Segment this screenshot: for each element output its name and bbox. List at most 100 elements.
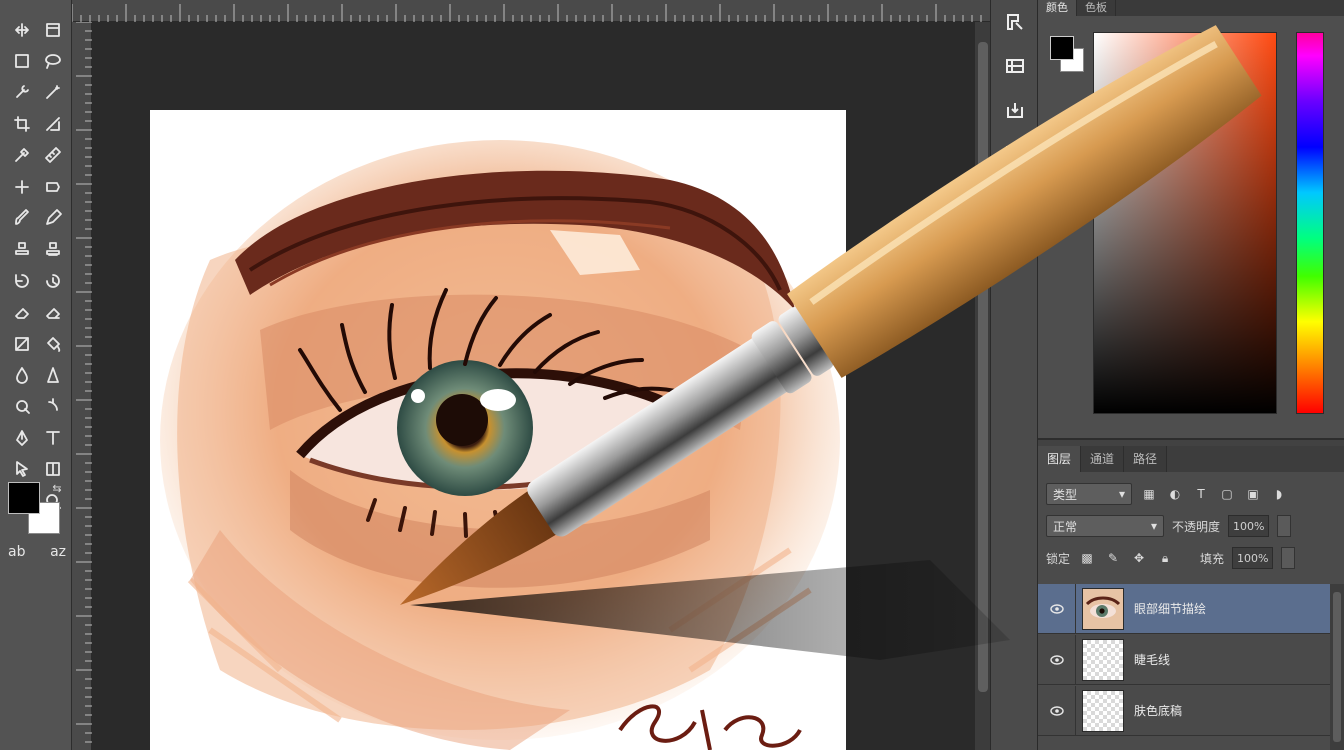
tab-layers[interactable]: 图层: [1038, 446, 1082, 472]
filter-shape-icon[interactable]: ▢: [1218, 485, 1236, 503]
filter-smart-object-icon[interactable]: ▣: [1244, 485, 1262, 503]
color-picker-field[interactable]: [1093, 32, 1277, 414]
eyedropper-tool[interactable]: [6, 140, 37, 171]
quick-select-tool[interactable]: [6, 77, 37, 108]
ruler-tool[interactable]: [37, 140, 68, 171]
background-eraser-tool[interactable]: [37, 297, 68, 328]
layer-row[interactable]: 眼部细节描绘: [1038, 583, 1330, 634]
dodge-tool[interactable]: [6, 391, 37, 422]
clone-source-icon[interactable]: [991, 88, 1039, 132]
visibility-eye-icon[interactable]: [1038, 583, 1076, 634]
ruler-icon: [44, 147, 61, 164]
filter-adjustment-icon[interactable]: ◐: [1166, 485, 1184, 503]
tab-paths[interactable]: 路径: [1124, 446, 1168, 472]
filter-pixel-icon[interactable]: ▦: [1140, 485, 1158, 503]
color-panel: 颜色 色板: [1038, 0, 1344, 440]
patch-tool[interactable]: [37, 171, 68, 202]
pen-tool[interactable]: [6, 422, 37, 453]
panel-dock-toolbar: [990, 0, 1038, 750]
lock-transparent-icon[interactable]: ▩: [1078, 549, 1096, 567]
screen-mode-icon[interactable]: az: [50, 544, 66, 560]
horizontal-ruler[interactable]: [72, 0, 990, 22]
foreground-color-swatch[interactable]: [8, 482, 40, 514]
gradient-icon: [14, 336, 29, 351]
lock-all-icon[interactable]: 🔒︎: [1156, 549, 1174, 567]
tab-color[interactable]: 颜色: [1038, 0, 1077, 16]
magic-wand-tool[interactable]: [37, 77, 68, 108]
paint-bucket-tool[interactable]: [37, 328, 68, 359]
path-select-tool[interactable]: [6, 453, 37, 484]
opacity-slider-button[interactable]: [1277, 515, 1292, 537]
fill-slider-button[interactable]: [1281, 547, 1296, 569]
burn-tool[interactable]: [37, 391, 68, 422]
document-canvas[interactable]: [150, 110, 846, 750]
dodge-icon: [15, 400, 30, 415]
layer-filter-dropdown[interactable]: 类型 ▾: [1046, 483, 1132, 505]
marquee-tool[interactable]: [6, 45, 37, 76]
history-icon[interactable]: [991, 132, 1039, 176]
path-select-icon: [15, 461, 28, 478]
blur-tool[interactable]: [6, 359, 37, 390]
canvas-vertical-scrollbar[interactable]: [974, 22, 990, 750]
brush-presets-icon[interactable]: [991, 44, 1039, 88]
sharpen-icon: [46, 367, 59, 383]
chevron-down-icon: ▾: [1118, 487, 1125, 501]
layer-name: 肤色底稿: [1134, 704, 1183, 718]
visibility-eye-icon[interactable]: [1038, 685, 1076, 736]
canvas-scroll-thumb[interactable]: [978, 42, 988, 692]
pen-icon: [15, 429, 28, 446]
lock-pixels-icon[interactable]: ✎: [1104, 549, 1122, 567]
paint-bucket-icon: [46, 336, 60, 352]
layers-scrollbar[interactable]: [1330, 584, 1344, 750]
opacity-input[interactable]: 100%: [1228, 515, 1270, 537]
eraser-tool[interactable]: [6, 297, 37, 328]
layer-row[interactable]: 睫毛线: [1038, 634, 1330, 685]
fill-label: 填充: [1200, 551, 1225, 566]
artboard-tool[interactable]: [37, 14, 68, 45]
visibility-eye-icon[interactable]: [1038, 634, 1076, 685]
brush-tool[interactable]: [6, 202, 37, 233]
blend-mode-dropdown[interactable]: 正常 ▾: [1046, 515, 1164, 537]
lock-position-icon[interactable]: ✥: [1130, 549, 1148, 567]
pencil-tool[interactable]: [37, 202, 68, 233]
art-history-brush-tool[interactable]: [37, 265, 68, 296]
type-icon: [45, 430, 60, 445]
layer-row[interactable]: 肤色底稿: [1038, 685, 1330, 736]
shape-tool[interactable]: [37, 453, 68, 484]
opacity-label: 不透明度: [1172, 519, 1221, 534]
swap-colors-icon[interactable]: ⇆: [50, 482, 64, 496]
brush-settings-icon[interactable]: [991, 0, 1039, 44]
history-brush-tool[interactable]: [6, 265, 37, 296]
quick-mask-icon[interactable]: ab: [8, 544, 25, 560]
layer-filter-label: 类型: [1053, 487, 1078, 502]
panel-foreground-swatch[interactable]: [1050, 36, 1074, 60]
move-tool[interactable]: [6, 14, 37, 45]
lasso-tool[interactable]: [37, 45, 68, 76]
vertical-ruler[interactable]: [72, 22, 92, 750]
pattern-stamp-tool[interactable]: [37, 234, 68, 265]
blend-mode-value: 正常: [1053, 519, 1078, 534]
brush-icon: [14, 209, 29, 225]
type-tool[interactable]: [37, 422, 68, 453]
hue-slider[interactable]: [1296, 32, 1324, 414]
filter-toggle-icon[interactable]: ◗: [1270, 485, 1288, 503]
healing-brush-tool[interactable]: [6, 171, 37, 202]
layers-scroll-thumb[interactable]: [1333, 592, 1341, 742]
patch-icon: [45, 181, 60, 192]
canvas-area[interactable]: [92, 22, 974, 750]
healing-brush-icon: [14, 179, 29, 194]
slice-tool[interactable]: [37, 108, 68, 139]
tab-channels[interactable]: 通道: [1081, 446, 1125, 472]
filter-type-icon[interactable]: T: [1192, 485, 1210, 503]
blur-icon: [15, 367, 28, 384]
crop-tool[interactable]: [6, 108, 37, 139]
layer-name: 睫毛线: [1134, 653, 1171, 667]
sharpen-tool[interactable]: [37, 359, 68, 390]
lock-label: 锁定: [1046, 551, 1071, 566]
tab-swatches[interactable]: 色板: [1077, 0, 1116, 16]
gradient-tool[interactable]: [6, 328, 37, 359]
burn-icon: [47, 398, 58, 412]
history-brush-icon: [14, 273, 29, 288]
fill-input[interactable]: 100%: [1232, 547, 1274, 569]
clone-stamp-tool[interactable]: [6, 234, 37, 265]
